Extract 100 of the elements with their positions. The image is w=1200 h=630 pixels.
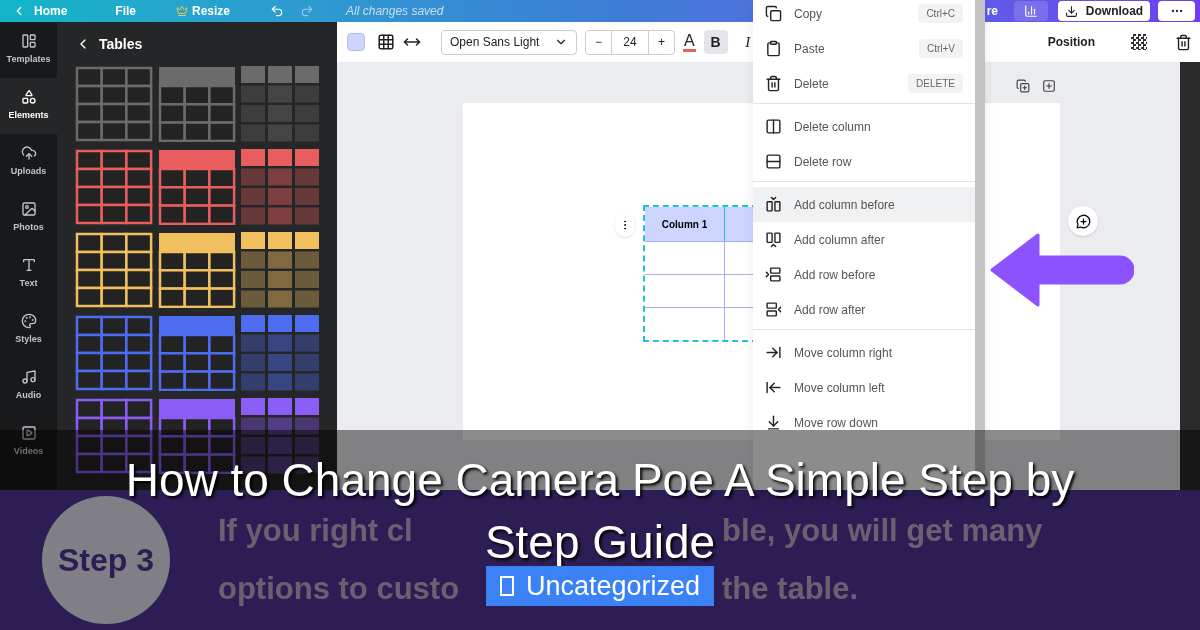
font-size-field[interactable]: 24 xyxy=(611,30,649,54)
menu-item-label: Add row after xyxy=(794,301,866,319)
rail-tab[interactable]: Templates xyxy=(0,22,57,78)
menu-item-label: Add column before xyxy=(794,196,895,214)
more-handle[interactable] xyxy=(615,213,635,237)
insert-column-icon xyxy=(765,231,782,248)
download-icon xyxy=(1064,4,1078,18)
menu-item-label: Move row down xyxy=(794,414,879,432)
insights-button[interactable] xyxy=(1014,1,1048,21)
image-icon xyxy=(20,201,37,218)
menu-item[interactable]: Move row down xyxy=(753,405,975,440)
text-icon xyxy=(20,257,37,274)
clipboard-icon xyxy=(765,40,782,57)
bold-button[interactable]: B xyxy=(703,30,728,54)
table-grid-icon[interactable] xyxy=(377,33,395,51)
menu-item-label: Add column after xyxy=(794,231,885,249)
copy-icon xyxy=(765,5,782,22)
menu-item-label: Add row before xyxy=(794,266,876,284)
table-preset-thumbnail[interactable] xyxy=(241,315,319,391)
menu-item[interactable]: Delete row xyxy=(753,144,975,179)
table-preset-thumbnail[interactable] xyxy=(158,232,236,308)
menu-item[interactable]: Copy Ctrl+C xyxy=(753,0,975,31)
slide-text: If you right cl xyxy=(218,512,414,550)
table-preset-thumbnail[interactable] xyxy=(158,66,236,142)
bar-chart-icon xyxy=(1024,4,1038,18)
table-preset-thumbnail[interactable] xyxy=(75,315,153,391)
table-preset-thumbnail[interactable] xyxy=(75,66,153,142)
shapes-icon xyxy=(20,89,37,106)
color-swatch[interactable] xyxy=(347,33,365,51)
music-note-icon xyxy=(20,369,37,386)
increase-button[interactable]: + xyxy=(649,33,674,51)
palette-icon xyxy=(20,313,37,330)
transparency-icon[interactable] xyxy=(1131,34,1147,50)
menu-item[interactable]: Add row after xyxy=(753,292,975,327)
slide-text: options to custo xyxy=(218,570,461,608)
undo-icon[interactable] xyxy=(270,4,285,18)
panel-title: Tables xyxy=(99,34,143,54)
column-icon xyxy=(765,118,782,135)
rail-tab[interactable]: Text xyxy=(0,246,57,302)
more-button[interactable] xyxy=(1158,1,1195,21)
download-button[interactable]: Download xyxy=(1058,1,1150,21)
table-preset-thumbnail[interactable] xyxy=(241,232,319,308)
arrow-left-icon xyxy=(765,379,782,396)
menu-item-label: Move column left xyxy=(794,379,885,397)
shortcut-label: Ctrl+C xyxy=(918,4,963,23)
rail-tab[interactable]: Styles xyxy=(0,302,57,358)
menu-item[interactable]: Add column after xyxy=(753,222,975,257)
menu-item-label: Move column right xyxy=(794,344,893,362)
table-preset-thumbnail[interactable] xyxy=(75,149,153,225)
layout-icon xyxy=(20,33,37,50)
slide-text: the table. xyxy=(722,570,859,608)
missing-glyph-icon xyxy=(499,576,514,596)
menu-item-label: Copy xyxy=(794,5,822,23)
menu-item-label: Paste xyxy=(794,40,825,58)
table-header-cell: Column 1 xyxy=(645,207,725,241)
menu-item[interactable]: Delete column xyxy=(753,109,975,144)
arrow-right-icon xyxy=(765,344,782,361)
shortcut-label: Ctrl+V xyxy=(918,39,963,58)
decrease-button[interactable]: − xyxy=(586,33,611,51)
text-color-button[interactable]: A xyxy=(683,32,696,52)
menu-item[interactable]: Add column before xyxy=(753,187,975,222)
insert-row-icon xyxy=(765,266,782,283)
row-icon xyxy=(765,153,782,170)
duplicate-page-icon[interactable] xyxy=(1016,79,1030,93)
menu-item-label: Delete row xyxy=(794,153,852,171)
menu-item[interactable]: Move column left xyxy=(753,370,975,405)
position-button[interactable]: Position xyxy=(1047,33,1095,51)
table-preset-thumbnail[interactable] xyxy=(75,232,153,308)
menu-item[interactable]: Move column right xyxy=(753,335,975,370)
trash-icon xyxy=(765,75,782,92)
table-preset-thumbnail[interactable] xyxy=(158,315,236,391)
menu-item[interactable]: Add row before xyxy=(753,257,975,292)
comment-button[interactable] xyxy=(1068,206,1098,236)
table-preset-thumbnail[interactable] xyxy=(241,66,319,142)
font-dropdown[interactable]: Open Sans Light xyxy=(441,29,577,55)
menu-item[interactable]: Delete DELETE xyxy=(753,66,975,101)
video-icon xyxy=(20,425,37,442)
cloud-upload-icon xyxy=(20,145,37,162)
arrow-down-icon xyxy=(765,414,782,431)
rail-tab[interactable]: Photos xyxy=(0,190,57,246)
menu-item-label: Delete column xyxy=(794,118,871,136)
shortcut-label: DELETE xyxy=(908,74,963,93)
rail-tab[interactable]: Videos xyxy=(0,414,57,470)
share-button[interactable]: re xyxy=(986,2,998,20)
insert-row-icon xyxy=(765,301,782,318)
menu-item-label: Delete xyxy=(794,75,829,93)
slide-text: ble, you will get many xyxy=(722,512,1043,550)
rail-tab[interactable]: Elements xyxy=(0,78,57,134)
category-tag[interactable]: Uncategorized xyxy=(485,566,715,606)
insert-column-icon xyxy=(765,196,782,213)
rail-tab[interactable]: Audio xyxy=(0,358,57,414)
table-preset-thumbnail[interactable] xyxy=(158,149,236,225)
delete-icon[interactable] xyxy=(1175,33,1192,51)
table-preset-thumbnail[interactable] xyxy=(241,149,319,225)
add-page-icon[interactable] xyxy=(1042,79,1056,93)
crown-icon xyxy=(176,5,188,17)
step-badge: Step 3 xyxy=(42,496,170,624)
comment-icon xyxy=(1075,213,1091,229)
rail-tab[interactable]: Uploads xyxy=(0,134,57,190)
save-status: All changes saved xyxy=(346,3,444,20)
